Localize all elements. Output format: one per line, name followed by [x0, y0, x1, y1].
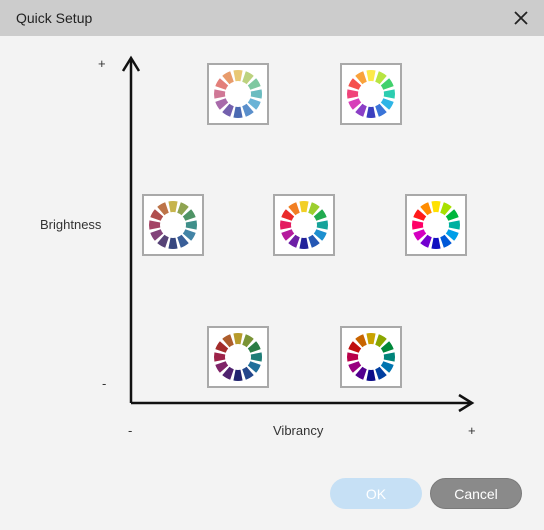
color-wheel-segment: [316, 220, 329, 230]
color-wheel-segment: [233, 369, 243, 382]
close-button[interactable]: [506, 3, 536, 33]
color-wheel-segment: [250, 352, 263, 362]
x-axis-minus-label: -: [128, 423, 133, 438]
color-wheel-segment: [366, 69, 376, 82]
color-wheel-segment: [168, 200, 178, 213]
color-wheel-segment: [411, 220, 424, 230]
preset-mid-high-vibrancy[interactable]: [405, 194, 467, 256]
color-wheel-segment: [233, 332, 243, 345]
y-axis-minus-label: -: [102, 376, 107, 391]
close-icon: [514, 11, 528, 25]
color-wheel-icon: [148, 200, 198, 250]
x-axis-arrow: [131, 393, 475, 413]
quick-setup-dialog: Quick Setup + Brightness - - Vibrancy + …: [0, 0, 544, 530]
color-wheel-segment: [233, 69, 243, 82]
preset-bright-low-vibrancy[interactable]: [207, 63, 269, 125]
ok-button[interactable]: OK: [330, 478, 422, 509]
color-wheel-segment: [448, 220, 461, 230]
title-bar: Quick Setup: [0, 0, 544, 36]
preset-dark-low-vibrancy[interactable]: [207, 326, 269, 388]
color-wheel-segment: [299, 200, 309, 213]
color-wheel-segment: [148, 220, 161, 230]
color-wheel-icon: [213, 69, 263, 119]
color-wheel-segment: [346, 352, 359, 362]
color-wheel-icon: [411, 200, 461, 250]
preset-mid-mid-vibrancy[interactable]: [273, 194, 335, 256]
color-wheel-segment: [383, 89, 396, 99]
color-wheel-segment: [431, 200, 441, 213]
preset-mid-low-vibrancy[interactable]: [142, 194, 204, 256]
y-axis-arrow: [121, 55, 141, 403]
color-wheel-segment: [383, 352, 396, 362]
color-wheel-segment: [366, 106, 376, 119]
cancel-button[interactable]: Cancel: [430, 478, 522, 509]
color-wheel-segment: [279, 220, 292, 230]
color-wheel-icon: [213, 332, 263, 382]
preset-dark-high-vibrancy[interactable]: [340, 326, 402, 388]
color-wheel-segment: [250, 89, 263, 99]
y-axis-plus-label: +: [98, 56, 106, 71]
color-wheel-segment: [299, 237, 309, 250]
x-axis-plus-label: +: [468, 423, 476, 438]
color-wheel-segment: [185, 220, 198, 230]
color-wheel-segment: [346, 89, 359, 99]
y-axis-label: Brightness: [40, 217, 102, 232]
color-wheel-segment: [168, 237, 178, 250]
color-wheel-segment: [213, 89, 226, 99]
color-wheel-segment: [431, 237, 441, 250]
color-wheel-segment: [233, 106, 243, 119]
color-wheel-segment: [213, 352, 226, 362]
color-wheel-icon: [346, 69, 396, 119]
color-wheel-segment: [366, 369, 376, 382]
preset-bright-high-vibrancy[interactable]: [340, 63, 402, 125]
x-axis-label: Vibrancy: [273, 423, 324, 438]
color-wheel-icon: [346, 332, 396, 382]
color-wheel-segment: [366, 332, 376, 345]
color-wheel-icon: [279, 200, 329, 250]
window-title: Quick Setup: [16, 10, 93, 26]
